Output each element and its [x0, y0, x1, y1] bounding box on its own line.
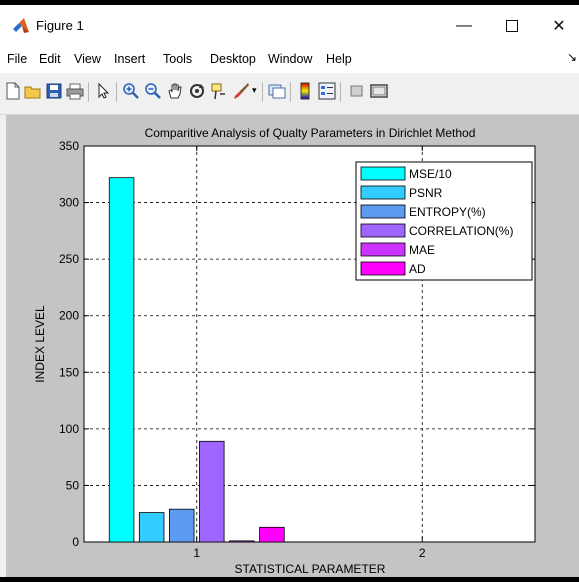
legend-label: ENTROPY(%): [409, 205, 486, 219]
toolbar-separator: [290, 82, 291, 102]
legend-label: PSNR: [409, 186, 443, 200]
menu-view[interactable]: View: [74, 52, 101, 66]
link-plot-icon[interactable]: [268, 82, 286, 100]
brush-icon[interactable]: [232, 82, 250, 100]
legend-icon[interactable]: [318, 82, 336, 100]
title-bar: Figure 1 — ✕: [0, 5, 579, 47]
menu-desktop[interactable]: Desktop: [210, 52, 256, 66]
bar: [259, 526, 285, 543]
minimize-icon: —: [456, 17, 472, 34]
minimize-button[interactable]: —: [448, 13, 480, 39]
figure-window: Figure 1 — ✕ File Edit View Insert Tools…: [0, 5, 579, 577]
bar: [138, 512, 165, 543]
bar: [229, 540, 255, 543]
maximize-button[interactable]: [496, 13, 528, 39]
zoom-in-icon[interactable]: [122, 82, 140, 100]
y-tick-label: 0: [72, 535, 79, 549]
legend-label: CORRELATION(%): [409, 224, 513, 238]
menu-file[interactable]: File: [7, 52, 27, 66]
y-tick-label: 150: [59, 365, 79, 379]
matlab-logo-icon: [13, 18, 29, 33]
open-file-icon[interactable]: [24, 82, 42, 100]
figure-toolbar: ▾: [0, 74, 579, 115]
menu-edit[interactable]: Edit: [39, 52, 61, 66]
menu-overflow-icon[interactable]: ↘: [567, 50, 577, 64]
window-title: Figure 1: [36, 18, 84, 33]
legend-label: AD: [409, 262, 426, 276]
show-plot-tools-icon[interactable]: [370, 82, 388, 100]
close-button[interactable]: ✕: [543, 13, 575, 39]
toolbar-separator: [262, 82, 263, 102]
bar-chart: Comparitive Analysis of Qualty Parameter…: [33, 126, 536, 576]
colorbar-icon[interactable]: [296, 82, 314, 100]
x-axis-label: STATISTICAL PARAMETER: [235, 562, 386, 576]
legend-swatch: [360, 261, 406, 276]
legend[interactable]: MSE/10 PSNR ENTROPY(%) CORRELATION(%) MAE AD: [355, 161, 533, 281]
hide-plot-tools-icon[interactable]: [348, 82, 366, 100]
legend-swatch: [360, 185, 406, 200]
menu-help[interactable]: Help: [326, 52, 352, 66]
x-tick-label: 1: [193, 546, 200, 560]
pan-icon[interactable]: [166, 82, 184, 100]
close-icon: ✕: [552, 18, 566, 35]
bar: [108, 177, 135, 543]
bar: [199, 440, 225, 543]
new-figure-icon[interactable]: [4, 82, 22, 100]
zoom-out-icon[interactable]: [144, 82, 162, 100]
y-tick-label: 250: [59, 252, 79, 266]
toolbar-separator: [116, 82, 117, 102]
y-tick-label: 50: [66, 478, 80, 492]
y-tick-label: 100: [59, 422, 79, 436]
pointer-icon[interactable]: [94, 82, 112, 100]
menu-window[interactable]: Window: [268, 52, 312, 66]
legend-swatch: [360, 242, 406, 257]
legend-swatch: [360, 204, 406, 219]
bar: [168, 508, 195, 543]
menu-bar: File Edit View Insert Tools Desktop Wind…: [0, 47, 579, 73]
rotate-icon[interactable]: [188, 82, 206, 100]
save-icon[interactable]: [45, 82, 63, 100]
legend-swatch: [360, 166, 406, 181]
menu-tools[interactable]: Tools: [163, 52, 192, 66]
maximize-icon: [506, 20, 518, 32]
print-icon[interactable]: [66, 82, 84, 100]
figure-canvas: Comparitive Analysis of Qualty Parameter…: [6, 115, 579, 577]
x-tick-label: 2: [419, 546, 426, 560]
chart-title: Comparitive Analysis of Qualty Parameter…: [145, 126, 476, 140]
chevron-down-icon[interactable]: ▾: [252, 85, 257, 96]
y-axis-label: INDEX LEVEL: [33, 305, 47, 383]
toolbar-separator: [340, 82, 341, 102]
menu-insert[interactable]: Insert: [114, 52, 145, 66]
legend-label: MSE/10: [409, 167, 452, 181]
data-cursor-icon[interactable]: [210, 82, 228, 100]
legend-label: MAE: [409, 243, 435, 257]
y-tick-label: 200: [59, 309, 79, 323]
toolbar-separator: [88, 82, 89, 102]
legend-swatch: [360, 223, 406, 238]
y-tick-label: 300: [59, 196, 79, 210]
y-tick-label: 350: [59, 139, 79, 153]
